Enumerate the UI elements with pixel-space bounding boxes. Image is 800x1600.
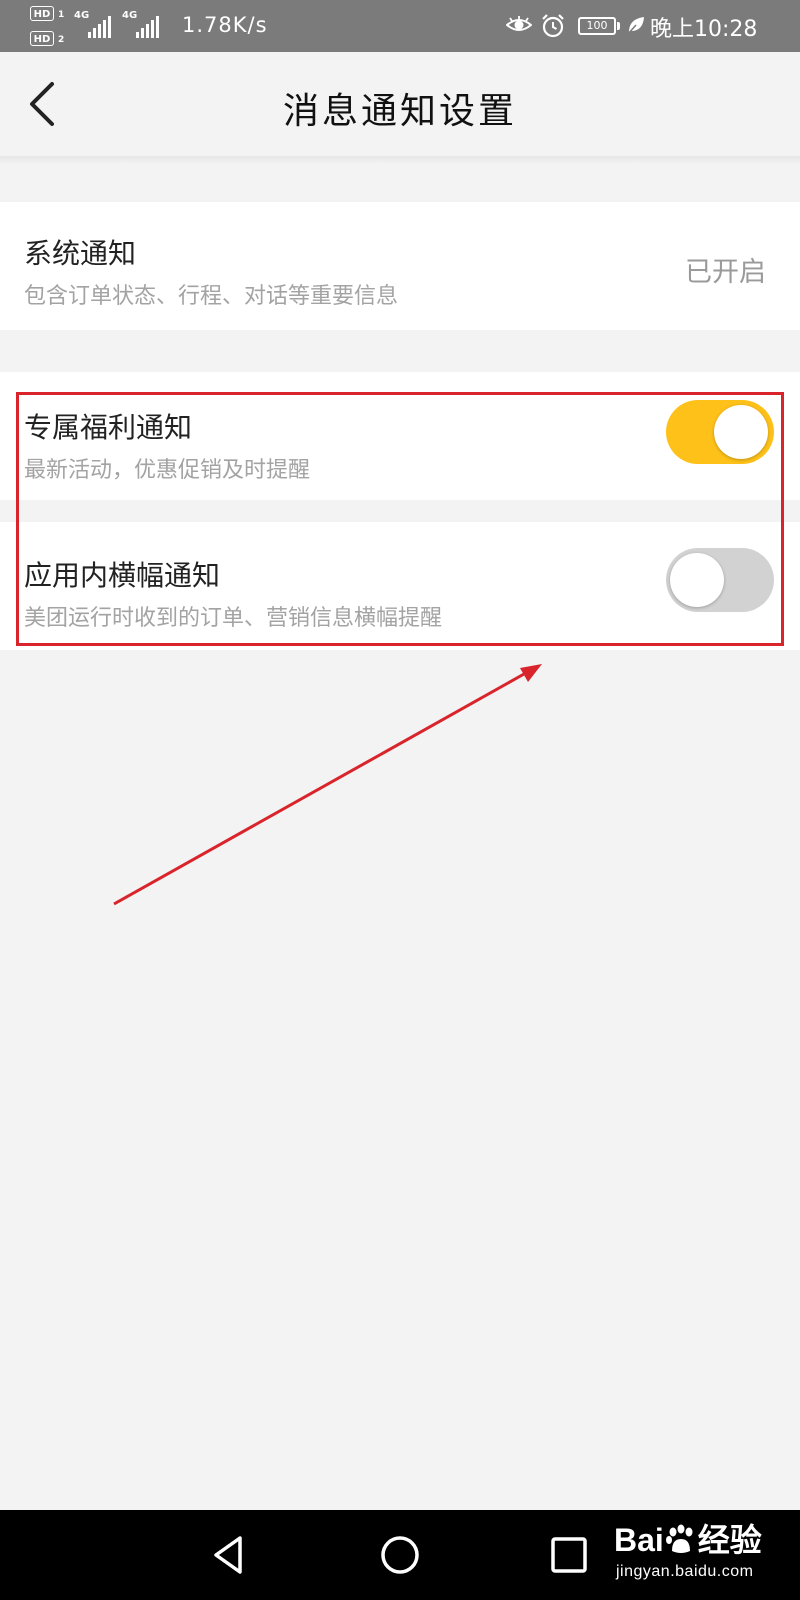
paw-icon <box>665 1524 693 1553</box>
watermark-brand-left: Bai <box>614 1522 664 1558</box>
hd-label: HD <box>30 31 54 46</box>
hd-indicator-1: HD 1 <box>30 4 68 24</box>
nav-recents-button[interactable] <box>544 1530 594 1580</box>
status-bar: HD 1 HD 2 4G 4G 1.78K/s 100 晚上10:28 <box>0 0 800 52</box>
hd-sim-number: 2 <box>58 35 65 45</box>
benefit-toggle[interactable] <box>666 400 774 464</box>
leaf-icon <box>627 17 644 35</box>
back-triangle-icon <box>214 1536 242 1574</box>
nav-home-button[interactable] <box>375 1530 425 1580</box>
setting-subtitle: 包含订单状态、行程、对话等重要信息 <box>24 284 399 309</box>
nav-back-button[interactable] <box>204 1530 254 1580</box>
baidu-jingyan-watermark: Bai 经验 jingyan.baidu.com <box>614 1515 794 1595</box>
toggle-knob <box>670 553 724 607</box>
recents-square-icon <box>551 1537 587 1573</box>
setting-title: 应用内横幅通知 <box>24 559 221 592</box>
eye-icon <box>506 16 532 31</box>
hd-indicator-2: HD 2 <box>30 29 68 49</box>
hd-sim-number: 1 <box>58 10 65 20</box>
app-header: 消息通知设置 <box>0 52 800 156</box>
signal-icon: 4G <box>74 10 114 40</box>
network-type-label: 4G <box>74 10 90 21</box>
header-divider <box>0 156 800 164</box>
setting-title: 专属福利通知 <box>24 411 193 444</box>
alarm-icon <box>542 14 564 38</box>
setting-subtitle: 最新活动，优惠促销及时提醒 <box>24 458 311 483</box>
home-circle-icon <box>381 1536 419 1574</box>
watermark-brand: Bai 经验 <box>614 1515 762 1561</box>
watermark-url: jingyan.baidu.com <box>616 1563 754 1580</box>
page-title: 消息通知设置 <box>282 91 517 132</box>
setting-title: 系统通知 <box>24 237 137 270</box>
banner-toggle[interactable] <box>666 548 774 612</box>
setting-status: 已开启 <box>685 257 766 288</box>
network-type-label: 4G <box>122 10 138 21</box>
setting-subtitle: 美团运行时收到的订单、营销信息横幅提醒 <box>24 606 443 631</box>
clock-time: 晚上10:28 <box>650 17 758 42</box>
battery-icon: 100 <box>578 17 620 35</box>
signal-icon: 4G <box>122 10 162 40</box>
network-speed: 1.78K/s <box>182 13 268 37</box>
setting-row-in-app-banner: 应用内横幅通知 美团运行时收到的订单、营销信息横幅提醒 <box>0 522 800 650</box>
watermark-brand-right: 经验 <box>697 1522 762 1558</box>
setting-row-system-notification[interactable]: 系统通知 包含订单状态、行程、对话等重要信息 已开启 <box>0 202 800 330</box>
hd-label: HD <box>30 6 54 21</box>
setting-row-exclusive-benefit: 专属福利通知 最新活动，优惠促销及时提醒 <box>0 372 800 500</box>
toggle-knob <box>714 405 768 459</box>
